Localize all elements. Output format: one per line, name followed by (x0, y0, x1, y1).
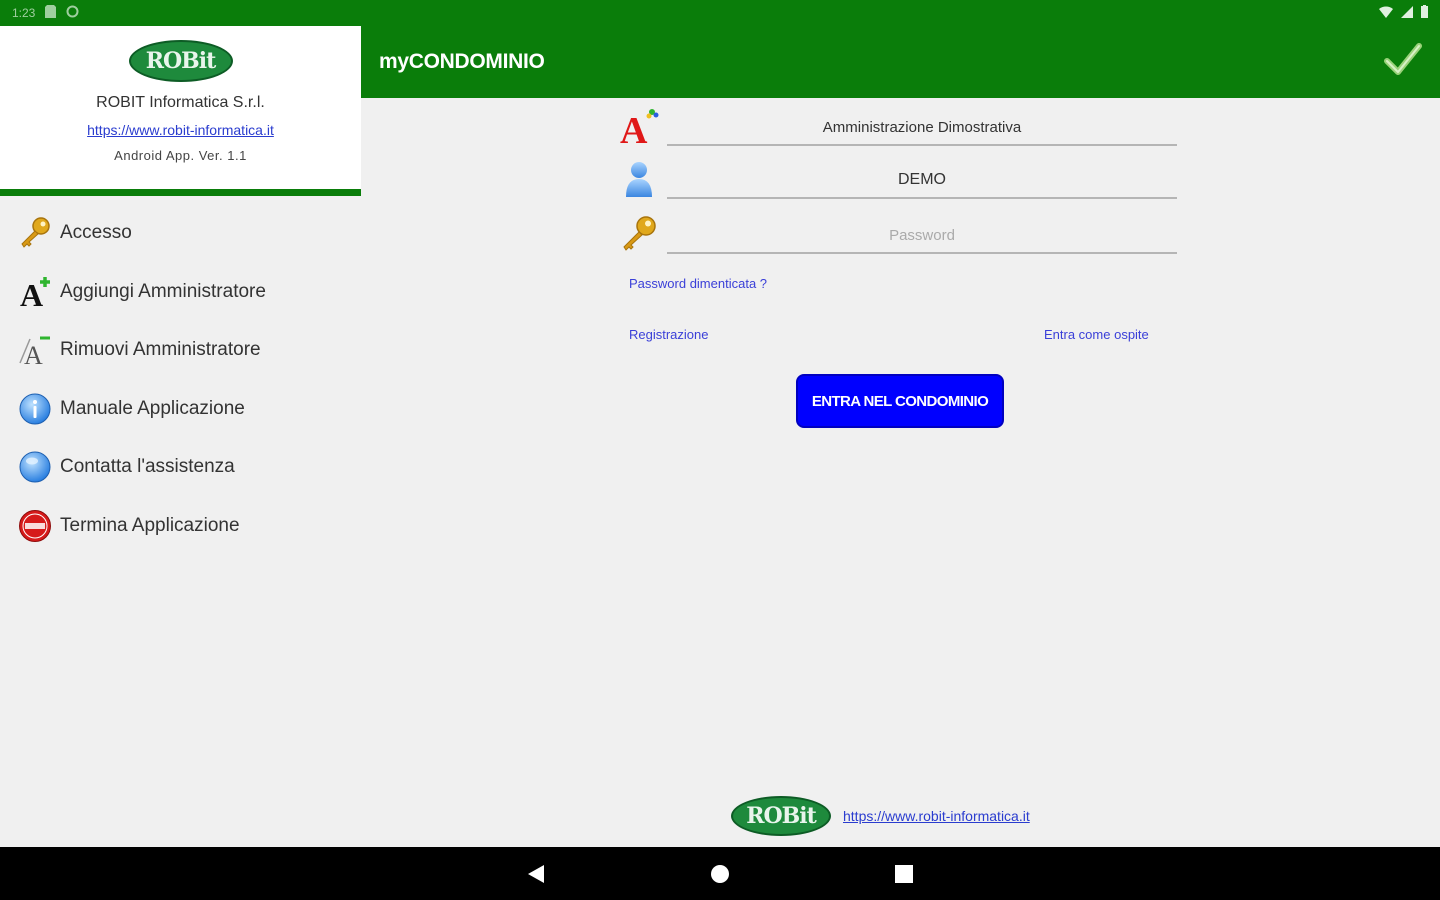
drawer-menu: Accesso A Aggiungi Amministratore A Rimu… (0, 204, 361, 555)
remove-admin-icon: A (18, 333, 52, 367)
recents-icon[interactable] (892, 862, 916, 886)
svg-text:A: A (620, 110, 648, 146)
menu-item-label: Aggiungi Amministratore (60, 280, 266, 302)
admin-icon: A (619, 106, 659, 146)
sd-card-icon (45, 5, 57, 21)
wifi-icon (1379, 5, 1393, 21)
system-navigation-bar (0, 847, 1440, 900)
admin-field[interactable] (667, 110, 1177, 146)
admin-row: A (619, 102, 1179, 146)
menu-item-label: Contatta l'assistenza (60, 456, 235, 478)
robit-logo: ROBit (128, 40, 233, 82)
app-bar: myCONDOMINIO (361, 26, 1440, 98)
status-bar: 1:23 (0, 0, 1440, 26)
menu-item-label: Manuale Applicazione (60, 397, 245, 419)
stop-icon (18, 509, 52, 543)
svg-text:A: A (20, 277, 43, 309)
menu-item-accesso[interactable]: Accesso (0, 204, 361, 263)
menu-item-label: Termina Applicazione (60, 514, 240, 536)
sync-icon (66, 5, 79, 21)
company-website-link[interactable]: https://www.robit-informatica.it (87, 122, 274, 138)
support-icon (18, 450, 52, 484)
app-title: myCONDOMINIO (379, 50, 545, 73)
register-link[interactable]: Registrazione (629, 327, 709, 342)
info-icon (18, 392, 52, 426)
footer-website-link[interactable]: https://www.robit-informatica.it (843, 808, 1030, 824)
key-icon (18, 216, 52, 250)
menu-item-rimuovi-amministratore[interactable]: A Rimuovi Amministratore (0, 321, 361, 380)
company-name: ROBIT Informatica S.r.l. (96, 94, 265, 111)
navigation-drawer: ROBit ROBIT Informatica S.r.l. https://w… (0, 26, 361, 847)
drawer-header: ROBit ROBIT Informatica S.r.l. https://w… (0, 26, 361, 196)
status-time: 1:23 (12, 6, 36, 20)
menu-item-manuale-applicazione[interactable]: Manuale Applicazione (0, 380, 361, 439)
menu-item-aggiungi-amministratore[interactable]: A Aggiungi Amministratore (0, 263, 361, 322)
password-row (619, 210, 1179, 254)
app-version: Android App. Ver. 1.1 (114, 148, 247, 163)
enter-condominium-button[interactable]: ENTRA NEL CONDOMINIO (796, 374, 1004, 428)
menu-item-termina-applicazione[interactable]: Termina Applicazione (0, 497, 361, 556)
menu-item-label: Rimuovi Amministratore (60, 339, 261, 361)
signal-icon (1401, 5, 1413, 21)
menu-item-contatta-assistenza[interactable]: Contatta l'assistenza (0, 438, 361, 497)
password-field[interactable] (667, 218, 1177, 254)
footer-robit-logo: ROBit (731, 796, 831, 836)
add-admin-icon: A (18, 275, 52, 309)
checkmark-icon[interactable] (1384, 42, 1422, 83)
guest-login-link[interactable]: Entra come ospite (1044, 327, 1149, 342)
footer: ROBit https://www.robit-informatica.it (731, 796, 1030, 836)
battery-icon (1421, 5, 1428, 21)
user-row (619, 155, 1179, 199)
home-icon[interactable] (708, 862, 732, 886)
forgot-password-link[interactable]: Password dimenticata ? (629, 276, 767, 291)
login-form: A Password dimenticata ? (361, 98, 1440, 847)
menu-item-label: Accesso (60, 222, 132, 244)
username-field[interactable] (667, 163, 1177, 199)
password-key-icon (619, 214, 659, 254)
back-icon[interactable] (524, 862, 548, 886)
user-icon (619, 159, 659, 199)
